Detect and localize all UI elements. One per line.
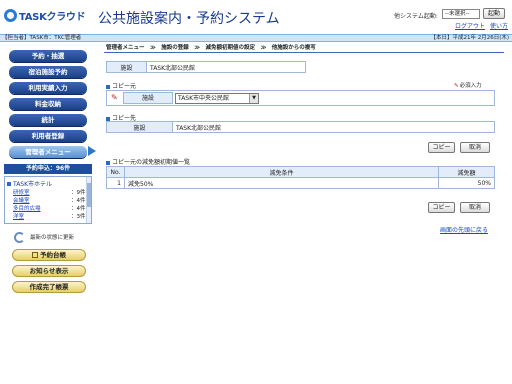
- completed-report-button[interactable]: 作成完了帳票: [12, 281, 86, 293]
- table-header-row: No. 減免条件 減免額: [106, 166, 495, 178]
- bullet-icon: [7, 182, 11, 186]
- reservation-ledger-button[interactable]: 予約台帳: [12, 249, 86, 261]
- refresh-button[interactable]: 最新の状態に更新: [14, 231, 74, 243]
- nav-lodging-reservation[interactable]: 宿泊施設予約: [9, 66, 87, 78]
- reservation-room-link[interactable]: 多目的広場: [13, 204, 41, 212]
- copy-to-label: 施設: [106, 121, 173, 133]
- copy-from-row: ✎ 施設 TASK市中央公民館 ▼: [106, 90, 495, 106]
- list-item: 研修室 ：9件: [13, 188, 86, 196]
- reservation-room-link[interactable]: 研修室: [13, 188, 30, 196]
- book-icon: [32, 252, 38, 258]
- chevron-down-icon: ▼: [249, 94, 258, 103]
- column-header-condition: 減免条件: [124, 166, 439, 178]
- header: TASKクラウド 公共施設案内・予約システム 他システム起動: --未選択-- …: [0, 0, 512, 34]
- table-row: 1 減免50% 50%: [106, 177, 495, 189]
- reservation-room-link[interactable]: 会議室: [13, 196, 30, 204]
- list-item: 多目的広場 ：4件: [13, 204, 86, 212]
- row-amount: 50%: [438, 177, 495, 189]
- main-content: 管理者メニュー ≫ 施設の登録 ≫ 減免額初期値の設定 ≫ 他施設からの複写 施…: [104, 42, 512, 384]
- column-header-amount: 減免額: [438, 166, 495, 178]
- list-title: コピー元の減免額初期値一覧: [106, 157, 190, 166]
- reservation-count-header: 予約申込：96件: [4, 164, 92, 174]
- reservation-room-link[interactable]: 洋室: [13, 212, 24, 220]
- logo: TASKクラウド: [4, 7, 86, 23]
- reservation-facility: TASK市ホテル: [7, 179, 52, 188]
- cancel-button[interactable]: 取消: [460, 142, 490, 153]
- copy-button[interactable]: コピー: [428, 142, 455, 153]
- nav-user-registration[interactable]: 利用者登録: [9, 130, 87, 142]
- reservation-list: TASK市ホテル 研修室 ：9件 会議室 ：4件 多目的広場 ：4件 洋室 ：3件: [4, 176, 92, 224]
- copy-from-label: 施設: [123, 92, 173, 104]
- facility-table: 施設 TASK北部公民館: [106, 61, 306, 73]
- active-arrow-icon: [88, 146, 96, 156]
- facility-label: 施設: [106, 61, 147, 73]
- list-item: 洋室 ：3件: [13, 212, 86, 220]
- copy-to-table: 施設 TASK北部公民館: [106, 121, 495, 133]
- breadcrumb: 管理者メニュー ≫ 施設の登録 ≫ 減免額初期値の設定 ≫ 他施設からの複写: [106, 45, 316, 51]
- logo-text: TASKクラウド: [19, 11, 86, 23]
- system-select[interactable]: --未選択--: [442, 9, 480, 19]
- system-switch-label: 他システム起動:: [394, 13, 438, 20]
- bullet-icon: [106, 84, 110, 89]
- help-link[interactable]: 使い方: [490, 21, 508, 30]
- pencil-icon: ✎: [454, 83, 459, 89]
- required-note: ✎必須入力: [454, 83, 482, 89]
- facility-value: TASK北部公民館: [146, 61, 306, 73]
- nav-usage-input[interactable]: 利用実績入力: [9, 82, 87, 94]
- logo-icon: [4, 8, 17, 22]
- launch-button[interactable]: 起動: [483, 8, 505, 19]
- user-info: 【担当者】TASK市：TKC管理者: [2, 35, 82, 41]
- divider: [104, 52, 504, 53]
- copy-button-bottom[interactable]: コピー: [428, 202, 455, 213]
- column-header-no: No.: [106, 166, 125, 178]
- sidebar: 予約・抽選 宿泊施設予約 利用実績入力 料金収納 統計 利用者登録 管理者メニュ…: [0, 42, 100, 384]
- bullet-icon: [106, 160, 110, 165]
- row-no: 1: [106, 177, 125, 189]
- logout-link[interactable]: ログアウト: [455, 21, 485, 30]
- exemption-table: No. 減免条件 減免額 1 減免50% 50%: [106, 166, 495, 189]
- list-item: 会議室 ：4件: [13, 196, 86, 204]
- copy-from-title: コピー元: [106, 81, 136, 90]
- notice-display-button[interactable]: お知らせ表示: [12, 265, 86, 277]
- nav-reservation[interactable]: 予約・抽選: [9, 50, 87, 62]
- row-condition: 減免50%: [124, 177, 439, 189]
- nav-fee-collection[interactable]: 料金収納: [9, 98, 87, 110]
- today-date: 【本日】平成21年 2月26日(木): [430, 35, 509, 41]
- status-bar: 【担当者】TASK市：TKC管理者 【本日】平成21年 2月26日(木): [0, 34, 512, 42]
- reservation-scrollbar[interactable]: [86, 177, 91, 223]
- nav-statistics[interactable]: 統計: [9, 114, 87, 126]
- required-pencil-icon: ✎: [111, 93, 118, 102]
- scroll-thumb[interactable]: [87, 183, 91, 207]
- nav-admin-menu[interactable]: 管理者メニュー: [9, 146, 87, 158]
- app-window: TASKクラウド 公共施設案内・予約システム 他システム起動: --未選択-- …: [0, 0, 512, 384]
- refresh-label: 最新の状態に更新: [30, 235, 75, 241]
- cancel-button-bottom[interactable]: 取消: [460, 202, 490, 213]
- refresh-icon: [14, 231, 25, 243]
- app-title: 公共施設案内・予約システム: [98, 11, 280, 27]
- back-to-top-link[interactable]: 画面の先頭に戻る: [440, 225, 488, 234]
- bullet-icon: [106, 116, 110, 121]
- copy-to-value: TASK北部公民館: [172, 121, 495, 133]
- copy-from-select[interactable]: TASK市中央公民館 ▼: [175, 93, 259, 104]
